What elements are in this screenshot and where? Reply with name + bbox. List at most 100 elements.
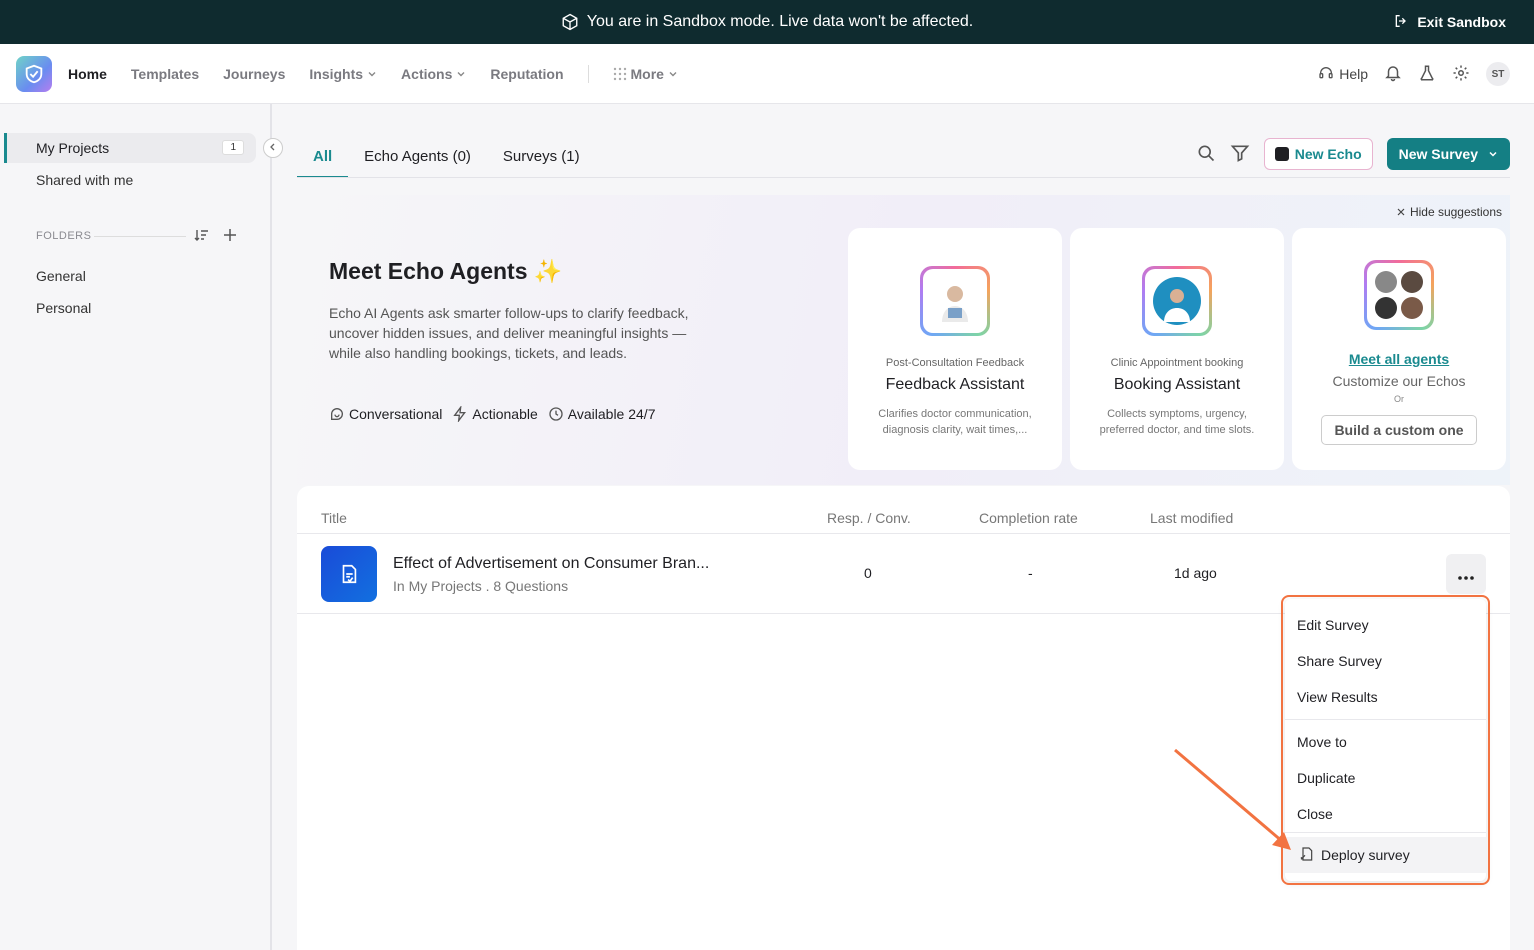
sandbox-message: You are in Sandbox mode. Live data won't… <box>586 13 974 30</box>
sort-icon[interactable] <box>194 227 210 246</box>
column-header-title[interactable]: Title <box>321 510 347 526</box>
smile-icon <box>329 406 345 422</box>
headset-icon <box>1318 65 1334 84</box>
sandbox-banner: You are in Sandbox mode. Live data won't… <box>0 0 1534 44</box>
collapse-sidebar-button[interactable] <box>263 138 283 158</box>
grid-icon <box>613 67 627 81</box>
feature-label: Conversational <box>349 406 443 422</box>
chevron-down-icon <box>668 69 678 79</box>
agents-group-avatar <box>1364 260 1434 330</box>
sidebar-item-shared[interactable]: Shared with me <box>4 165 256 195</box>
exit-sandbox-label: Exit Sandbox <box>1417 14 1506 30</box>
search-icon[interactable] <box>1196 143 1216 166</box>
nav-reputation[interactable]: Reputation <box>490 66 563 82</box>
nav-more-label: More <box>630 66 664 82</box>
row-more-button[interactable] <box>1446 554 1486 594</box>
feature-list: Conversational Actionable Available 24/7 <box>329 406 655 422</box>
tab-all[interactable]: All <box>297 138 349 178</box>
agent-card-meet-all: Meet all agents Customize our Echos Or B… <box>1292 228 1506 470</box>
feature-label: Actionable <box>472 406 538 422</box>
nav-templates[interactable]: Templates <box>131 66 199 82</box>
nav-actions-label: Actions <box>401 66 453 82</box>
feature-item: Available 24/7 <box>548 406 656 422</box>
survey-title[interactable]: Effect of Advertisement on Consumer Bran… <box>393 555 709 573</box>
chevron-down-icon <box>1488 146 1498 162</box>
column-header-completion[interactable]: Completion rate <box>979 510 1078 526</box>
customize-text: Customize our Echos <box>1332 373 1466 389</box>
agent-subtitle: Post-Consultation Feedback <box>885 357 1025 369</box>
sidebar-item-my-projects[interactable]: My Projects 1 <box>4 133 256 163</box>
divider <box>297 177 1510 178</box>
agent-avatar <box>1142 266 1212 336</box>
nav-journeys[interactable]: Journeys <box>223 66 285 82</box>
count-badge: 1 <box>222 140 244 155</box>
hide-suggestions-button[interactable]: Hide suggestions <box>1397 205 1502 219</box>
tab-echo-agents[interactable]: Echo Agents (0) <box>348 138 487 178</box>
completion-value: - <box>1028 565 1033 581</box>
nav-insights[interactable]: Insights <box>309 66 377 82</box>
avatar[interactable]: ST <box>1486 62 1510 86</box>
feature-item: Actionable <box>452 406 538 422</box>
echo-icon <box>1274 147 1289 161</box>
folder-actions <box>194 227 238 246</box>
tab-surveys[interactable]: Surveys (1) <box>487 138 596 178</box>
survey-subtitle: In My Projects . 8 Questions <box>393 578 569 594</box>
exit-icon <box>1393 13 1409 32</box>
agent-name: Booking Assistant <box>1113 376 1241 393</box>
nav-actions[interactable]: Actions <box>401 66 466 82</box>
feature-label: Available 24/7 <box>567 406 656 422</box>
nav-insights-label: Insights <box>309 66 364 82</box>
agent-avatar <box>920 266 990 336</box>
new-echo-label: New Echo <box>1294 146 1362 162</box>
divider <box>94 236 186 237</box>
nav-items: Home Templates Journeys Insights Actions… <box>68 44 678 104</box>
nav-more[interactable]: More <box>613 66 678 82</box>
project-tabs: All Echo Agents (0) Surveys (1) <box>297 138 596 178</box>
clock-icon <box>548 406 564 422</box>
add-folder-icon[interactable] <box>222 227 238 246</box>
sidebar-folder-general[interactable]: General <box>4 261 256 291</box>
sidebar: My Projects 1 Shared with me FOLDERS Gen… <box>0 104 283 950</box>
agent-description: Collects symptoms, urgency, preferred do… <box>1099 408 1255 436</box>
agent-subtitle: Clinic Appointment booking <box>1110 357 1244 369</box>
more-horizontal-icon <box>1457 564 1475 585</box>
new-echo-button[interactable]: New Echo <box>1263 138 1373 170</box>
chevron-left-icon <box>269 143 277 154</box>
nav-divider <box>587 65 589 83</box>
notification-icon[interactable] <box>1384 64 1402 85</box>
meet-all-agents-link[interactable]: Meet all agents <box>1292 351 1506 367</box>
new-survey-button[interactable]: New Survey <box>1386 138 1510 170</box>
promo-title-text: Meet Echo Agents <box>329 258 528 284</box>
column-header-responses[interactable]: Resp. / Conv. <box>827 510 911 526</box>
top-nav: Home Templates Journeys Insights Actions… <box>0 44 1534 104</box>
sparkle-icon: ✨ <box>533 258 563 284</box>
agent-card-booking[interactable]: Clinic Appointment booking Booking Assis… <box>1070 228 1284 470</box>
chevron-down-icon <box>367 69 377 79</box>
lightning-icon <box>452 406 468 422</box>
app-logo[interactable] <box>16 56 52 92</box>
folders-heading: FOLDERS <box>36 230 92 242</box>
build-custom-button[interactable]: Build a custom one <box>1321 415 1477 445</box>
nav-home[interactable]: Home <box>68 66 107 82</box>
agent-card-feedback[interactable]: Post-Consultation Feedback Feedback Assi… <box>848 228 1062 470</box>
feature-item: Conversational <box>329 406 442 422</box>
filter-icon[interactable] <box>1230 143 1250 166</box>
column-header-modified[interactable]: Last modified <box>1150 510 1233 526</box>
sidebar-item-label: Shared with me <box>36 172 134 188</box>
flask-icon[interactable] <box>1418 64 1436 85</box>
new-survey-label: New Survey <box>1398 146 1478 162</box>
agent-name: Feedback Assistant <box>885 376 1025 393</box>
survey-icon <box>321 546 377 602</box>
help-button[interactable]: Help <box>1318 65 1368 84</box>
modified-value: 1d ago <box>1174 565 1217 581</box>
or-text: Or <box>1394 394 1404 404</box>
sidebar-item-label: My Projects <box>36 140 110 156</box>
folder-label: General <box>36 268 86 284</box>
cube-icon <box>561 13 579 31</box>
hide-suggestions-label: Hide suggestions <box>1409 205 1502 219</box>
gear-icon[interactable] <box>1452 64 1470 85</box>
sidebar-folder-personal[interactable]: Personal <box>4 293 256 323</box>
toolbar: New Echo New Survey <box>1196 138 1510 170</box>
exit-sandbox-button[interactable]: Exit Sandbox <box>1393 0 1506 44</box>
responses-value: 0 <box>864 565 872 581</box>
